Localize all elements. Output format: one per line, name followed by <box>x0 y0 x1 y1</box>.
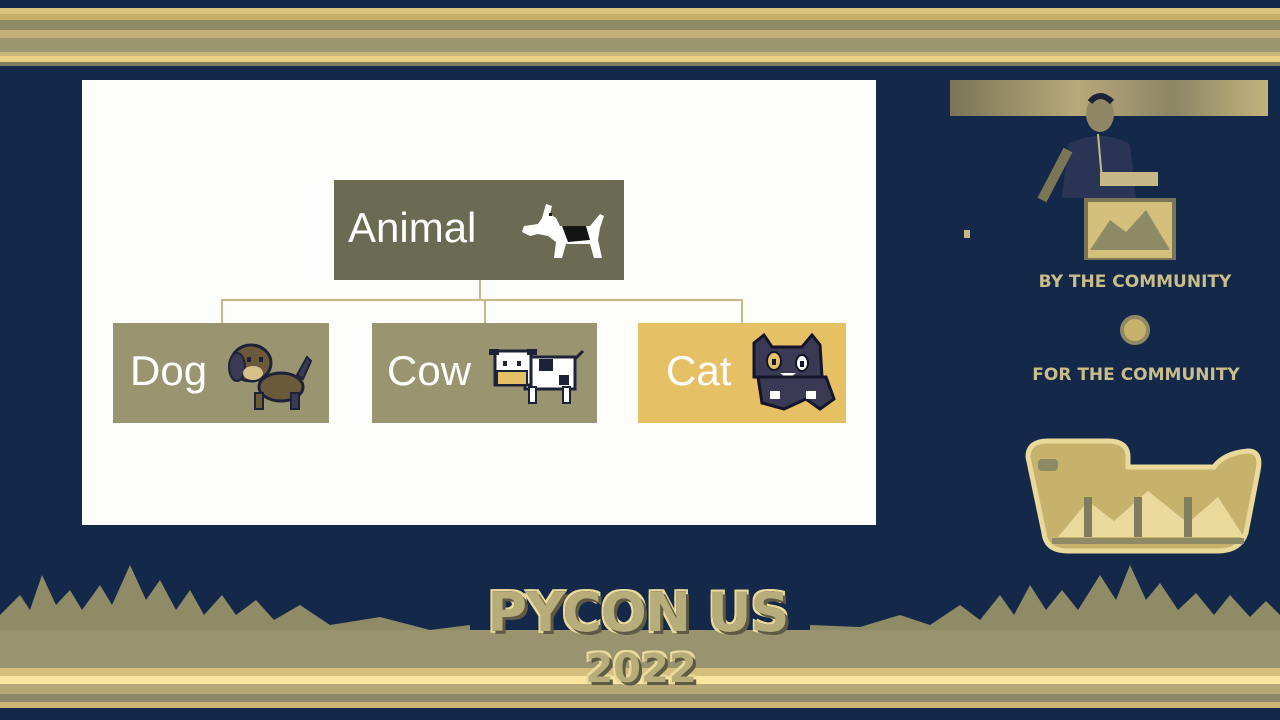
speaker-figure <box>964 93 1176 260</box>
tagline-for-the-community: FOR THE COMMUNITY <box>1032 365 1240 385</box>
node-label-cow: Cow <box>387 347 472 394</box>
pycon-us-logo-text: PYCON US <box>487 581 789 644</box>
cat-icon <box>752 333 836 411</box>
presentation-slide: Animal Dog Cow Cat <box>82 80 876 525</box>
tree-node-cow: Cow <box>372 323 597 423</box>
node-label-animal: Animal <box>348 204 477 251</box>
tree-connector-cat <box>741 299 743 323</box>
tree-connector-horizontal <box>221 299 743 301</box>
tree-connector-vertical-root <box>479 280 481 300</box>
decorative-top-band <box>0 0 1280 66</box>
node-label-dog: Dog <box>130 347 208 394</box>
tree-node-dog: Dog <box>113 323 329 423</box>
pycon-year-logo-text: 2022 <box>585 646 697 692</box>
puppy-icon <box>228 343 313 410</box>
decorative-circle-icon <box>1120 315 1150 345</box>
tree-node-animal: Animal <box>334 180 624 280</box>
speaker-video-feed <box>950 80 1268 260</box>
cow-icon <box>489 349 585 404</box>
python-mountain-logo-icon <box>1025 438 1262 554</box>
tagline-by-the-community: BY THE COMMUNITY <box>1038 272 1232 292</box>
dog-silhouette-icon <box>522 204 604 258</box>
tree-connector-dog <box>221 299 223 323</box>
tree-connector-cow <box>484 299 486 323</box>
node-label-cat: Cat <box>666 347 732 394</box>
tree-node-cat: Cat <box>638 323 846 423</box>
